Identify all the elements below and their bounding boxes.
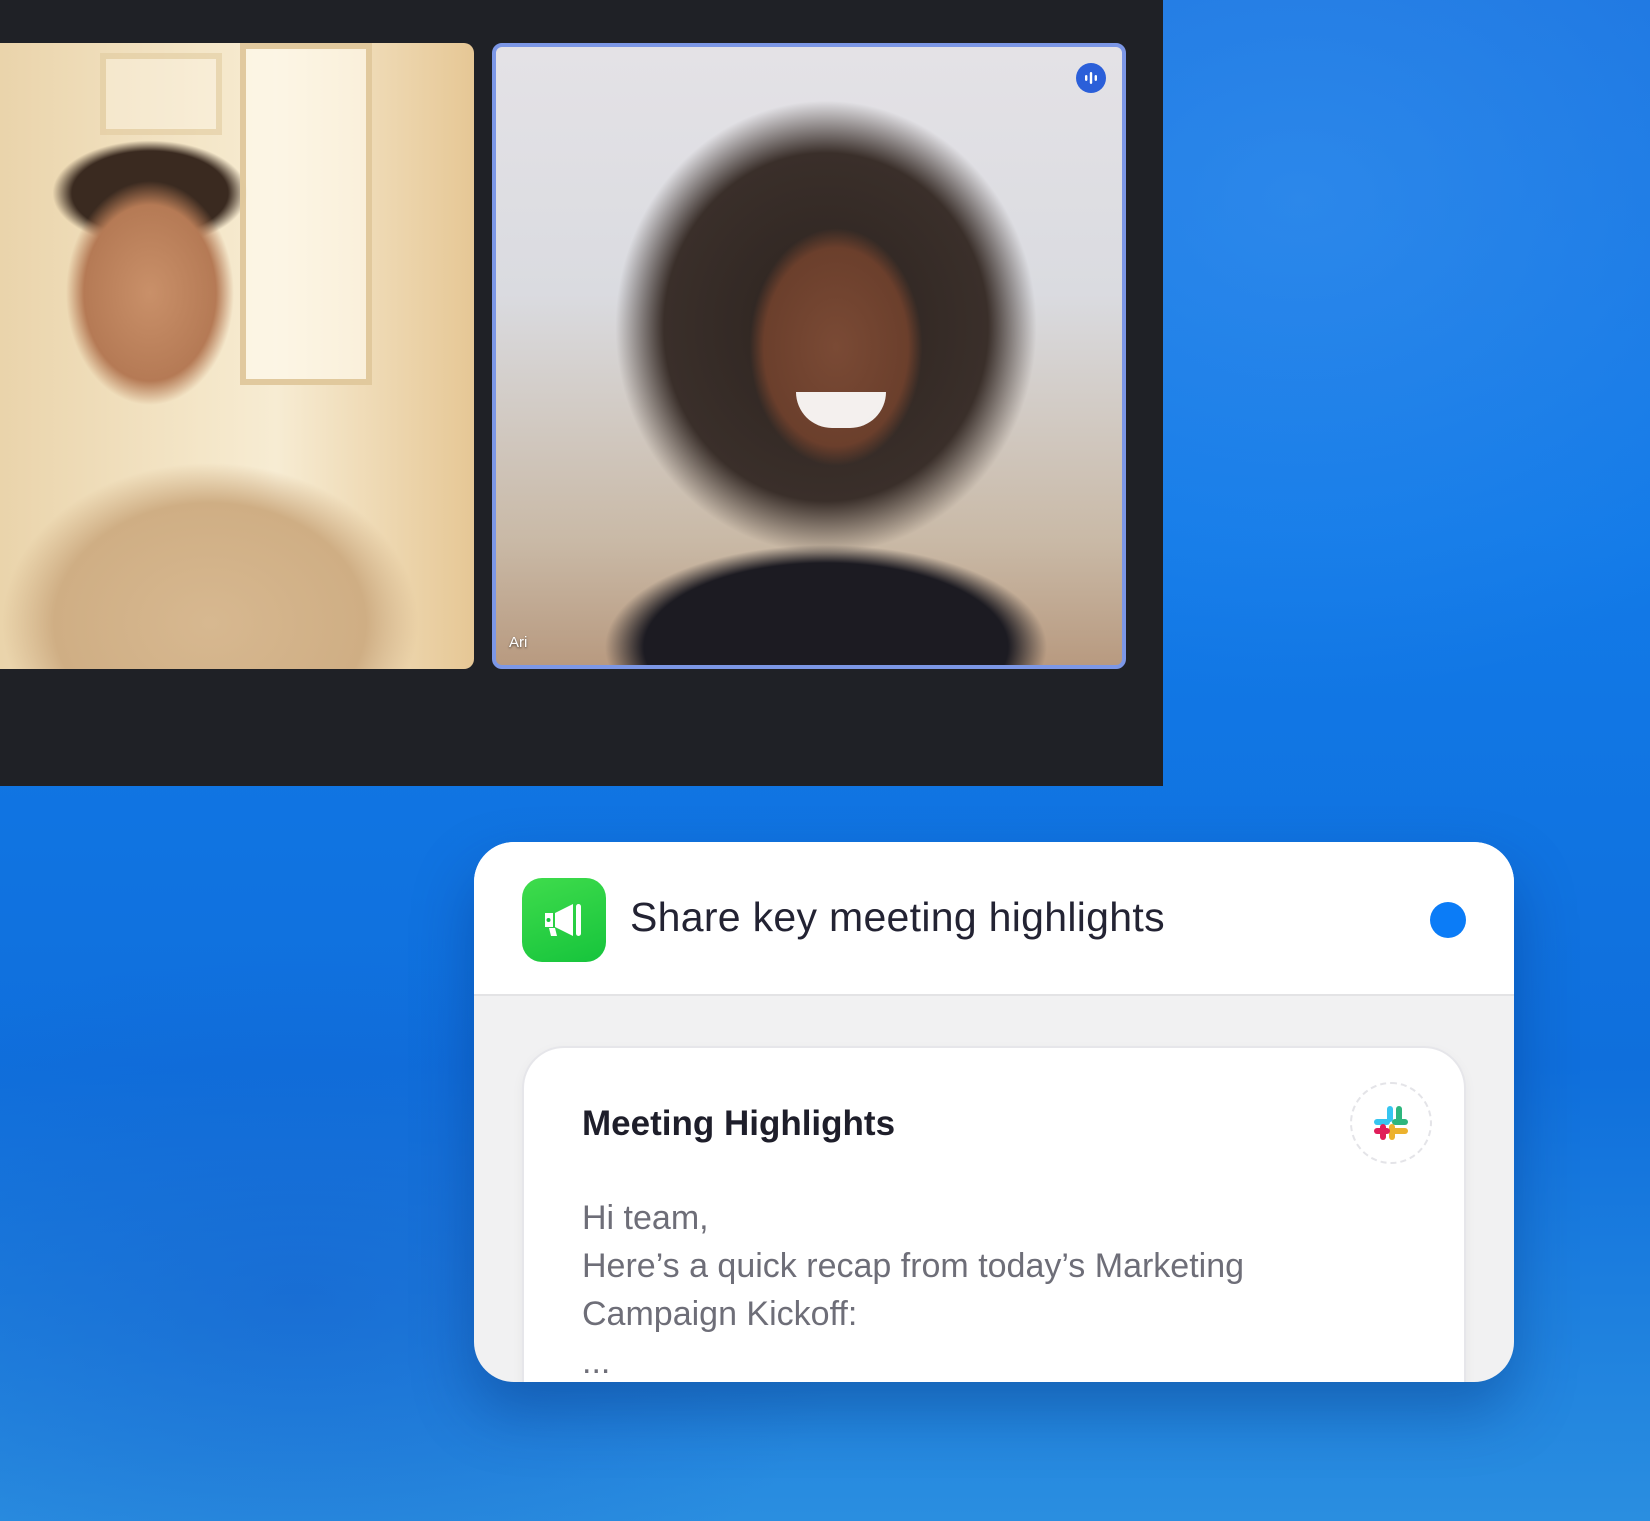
megaphone-icon (522, 878, 606, 962)
participant-tile-active-speaker[interactable]: Ari (492, 43, 1126, 669)
message-line: ... (582, 1343, 611, 1381)
participant-name: Ari (509, 634, 528, 651)
window-backdrop (100, 53, 222, 135)
message-line: Campaign Kickoff: (582, 1295, 858, 1333)
message-body: Hi team, Here’s a quick recap from today… (582, 1194, 1382, 1382)
speaking-indicator-icon (1076, 63, 1106, 93)
workflow-title: Share key meeting highlights (630, 894, 1165, 940)
participant-tile[interactable] (0, 43, 474, 669)
message-title: Meeting Highlights (582, 1104, 896, 1143)
message-line: Here’s a quick recap from today’s Market… (582, 1247, 1245, 1285)
slack-icon (1350, 1082, 1432, 1164)
participant-video (796, 392, 886, 428)
window-backdrop (240, 43, 372, 385)
status-dot (1430, 902, 1466, 938)
workflow-card[interactable]: Share key meeting highlights Meeting Hig… (474, 842, 1514, 1382)
meeting-window: Ari (0, 0, 1163, 786)
message-preview-card[interactable]: Meeting Highlights Hi team, Here’s a qui… (524, 1048, 1464, 1382)
workflow-header: Share key meeting highlights (474, 842, 1514, 996)
message-line: Hi team, (582, 1199, 709, 1237)
